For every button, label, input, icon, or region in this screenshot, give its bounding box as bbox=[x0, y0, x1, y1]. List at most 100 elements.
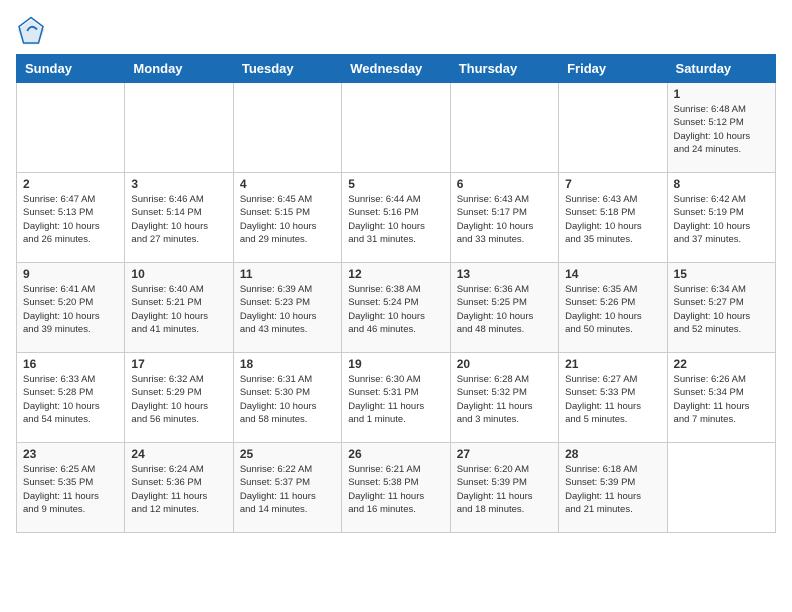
day-cell: 11 Sunrise: 6:39 AM Sunset: 5:23 PM Dayli… bbox=[233, 263, 341, 353]
day-info: Sunrise: 6:45 AM Sunset: 5:15 PM Dayligh… bbox=[240, 193, 335, 246]
day-cell bbox=[125, 83, 233, 173]
day-cell: 25 Sunrise: 6:22 AM Sunset: 5:37 PM Dayli… bbox=[233, 443, 341, 533]
day-cell: 3 Sunrise: 6:46 AM Sunset: 5:14 PM Daylig… bbox=[125, 173, 233, 263]
day-cell: 23 Sunrise: 6:25 AM Sunset: 5:35 PM Dayli… bbox=[17, 443, 125, 533]
day-info: Sunrise: 6:39 AM Sunset: 5:23 PM Dayligh… bbox=[240, 283, 335, 336]
header-cell-saturday: Saturday bbox=[667, 55, 775, 83]
day-info: Sunrise: 6:18 AM Sunset: 5:39 PM Dayligh… bbox=[565, 463, 660, 516]
week-row-4: 16 Sunrise: 6:33 AM Sunset: 5:28 PM Dayli… bbox=[17, 353, 776, 443]
day-number: 22 bbox=[674, 357, 769, 371]
day-cell: 17Sunrise: 6:32 AM Sunset: 5:29 PM Dayli… bbox=[125, 353, 233, 443]
day-number: 7 bbox=[565, 177, 660, 191]
day-info: Sunrise: 6:22 AM Sunset: 5:37 PM Dayligh… bbox=[240, 463, 335, 516]
logo bbox=[16, 16, 50, 46]
day-number: 21 bbox=[565, 357, 660, 371]
header-cell-thursday: Thursday bbox=[450, 55, 558, 83]
day-cell: 8 Sunrise: 6:42 AM Sunset: 5:19 PM Daylig… bbox=[667, 173, 775, 263]
day-number: 1 bbox=[674, 87, 769, 101]
day-cell: 15Sunrise: 6:34 AM Sunset: 5:27 PM Dayli… bbox=[667, 263, 775, 353]
day-cell: 16 Sunrise: 6:33 AM Sunset: 5:28 PM Dayli… bbox=[17, 353, 125, 443]
day-cell: 21 Sunrise: 6:27 AM Sunset: 5:33 PM Dayli… bbox=[559, 353, 667, 443]
day-number: 18 bbox=[240, 357, 335, 371]
header-row: SundayMondayTuesdayWednesdayThursdayFrid… bbox=[17, 55, 776, 83]
day-cell: 6 Sunrise: 6:43 AM Sunset: 5:17 PM Daylig… bbox=[450, 173, 558, 263]
week-row-3: 9 Sunrise: 6:41 AM Sunset: 5:20 PM Daylig… bbox=[17, 263, 776, 353]
day-info: Sunrise: 6:33 AM Sunset: 5:28 PM Dayligh… bbox=[23, 373, 118, 426]
week-row-2: 2 Sunrise: 6:47 AM Sunset: 5:13 PM Daylig… bbox=[17, 173, 776, 263]
day-number: 13 bbox=[457, 267, 552, 281]
day-cell: 19 Sunrise: 6:30 AM Sunset: 5:31 PM Dayli… bbox=[342, 353, 450, 443]
day-info: Sunrise: 6:30 AM Sunset: 5:31 PM Dayligh… bbox=[348, 373, 443, 426]
week-row-5: 23 Sunrise: 6:25 AM Sunset: 5:35 PM Dayli… bbox=[17, 443, 776, 533]
day-info: Sunrise: 6:42 AM Sunset: 5:19 PM Dayligh… bbox=[674, 193, 769, 246]
day-number: 12 bbox=[348, 267, 443, 281]
header bbox=[16, 16, 776, 46]
day-cell: 27 Sunrise: 6:20 AM Sunset: 5:39 PM Dayli… bbox=[450, 443, 558, 533]
day-cell: 14Sunrise: 6:35 AM Sunset: 5:26 PM Dayli… bbox=[559, 263, 667, 353]
day-number: 25 bbox=[240, 447, 335, 461]
day-number: 28 bbox=[565, 447, 660, 461]
day-info: Sunrise: 6:35 AM Sunset: 5:26 PM Dayligh… bbox=[565, 283, 660, 336]
day-number: 3 bbox=[131, 177, 226, 191]
day-info: Sunrise: 6:43 AM Sunset: 5:18 PM Dayligh… bbox=[565, 193, 660, 246]
day-cell bbox=[667, 443, 775, 533]
logo-icon bbox=[16, 16, 46, 46]
day-number: 6 bbox=[457, 177, 552, 191]
day-number: 20 bbox=[457, 357, 552, 371]
header-cell-sunday: Sunday bbox=[17, 55, 125, 83]
day-info: Sunrise: 6:20 AM Sunset: 5:39 PM Dayligh… bbox=[457, 463, 552, 516]
day-cell: 20 Sunrise: 6:28 AM Sunset: 5:32 PM Dayli… bbox=[450, 353, 558, 443]
day-info: Sunrise: 6:24 AM Sunset: 5:36 PM Dayligh… bbox=[131, 463, 226, 516]
day-cell: 7 Sunrise: 6:43 AM Sunset: 5:18 PM Daylig… bbox=[559, 173, 667, 263]
day-number: 5 bbox=[348, 177, 443, 191]
day-info: Sunrise: 6:43 AM Sunset: 5:17 PM Dayligh… bbox=[457, 193, 552, 246]
day-number: 9 bbox=[23, 267, 118, 281]
day-cell bbox=[342, 83, 450, 173]
day-cell: 1 Sunrise: 6:48 AM Sunset: 5:12 PM Daylig… bbox=[667, 83, 775, 173]
day-number: 2 bbox=[23, 177, 118, 191]
day-number: 10 bbox=[131, 267, 226, 281]
day-info: Sunrise: 6:31 AM Sunset: 5:30 PM Dayligh… bbox=[240, 373, 335, 426]
day-info: Sunrise: 6:28 AM Sunset: 5:32 PM Dayligh… bbox=[457, 373, 552, 426]
day-info: Sunrise: 6:36 AM Sunset: 5:25 PM Dayligh… bbox=[457, 283, 552, 336]
day-number: 17 bbox=[131, 357, 226, 371]
day-cell: 9 Sunrise: 6:41 AM Sunset: 5:20 PM Daylig… bbox=[17, 263, 125, 353]
day-cell: 26 Sunrise: 6:21 AM Sunset: 5:38 PM Dayli… bbox=[342, 443, 450, 533]
header-cell-wednesday: Wednesday bbox=[342, 55, 450, 83]
day-info: Sunrise: 6:46 AM Sunset: 5:14 PM Dayligh… bbox=[131, 193, 226, 246]
day-number: 27 bbox=[457, 447, 552, 461]
day-cell: 10 Sunrise: 6:40 AM Sunset: 5:21 PM Dayli… bbox=[125, 263, 233, 353]
day-info: Sunrise: 6:25 AM Sunset: 5:35 PM Dayligh… bbox=[23, 463, 118, 516]
day-cell: 4Sunrise: 6:45 AM Sunset: 5:15 PM Daylig… bbox=[233, 173, 341, 263]
day-number: 23 bbox=[23, 447, 118, 461]
day-info: Sunrise: 6:44 AM Sunset: 5:16 PM Dayligh… bbox=[348, 193, 443, 246]
day-info: Sunrise: 6:47 AM Sunset: 5:13 PM Dayligh… bbox=[23, 193, 118, 246]
day-cell bbox=[559, 83, 667, 173]
day-cell bbox=[450, 83, 558, 173]
day-cell: 5 Sunrise: 6:44 AM Sunset: 5:16 PM Daylig… bbox=[342, 173, 450, 263]
day-cell: 24 Sunrise: 6:24 AM Sunset: 5:36 PM Dayli… bbox=[125, 443, 233, 533]
day-number: 15 bbox=[674, 267, 769, 281]
day-info: Sunrise: 6:38 AM Sunset: 5:24 PM Dayligh… bbox=[348, 283, 443, 336]
day-number: 24 bbox=[131, 447, 226, 461]
day-number: 16 bbox=[23, 357, 118, 371]
day-number: 11 bbox=[240, 267, 335, 281]
day-cell bbox=[233, 83, 341, 173]
day-number: 8 bbox=[674, 177, 769, 191]
day-cell: 28 Sunrise: 6:18 AM Sunset: 5:39 PM Dayli… bbox=[559, 443, 667, 533]
day-number: 19 bbox=[348, 357, 443, 371]
header-cell-monday: Monday bbox=[125, 55, 233, 83]
day-info: Sunrise: 6:21 AM Sunset: 5:38 PM Dayligh… bbox=[348, 463, 443, 516]
day-info: Sunrise: 6:26 AM Sunset: 5:34 PM Dayligh… bbox=[674, 373, 769, 426]
day-cell: 18 Sunrise: 6:31 AM Sunset: 5:30 PM Dayli… bbox=[233, 353, 341, 443]
day-number: 26 bbox=[348, 447, 443, 461]
week-row-1: 1 Sunrise: 6:48 AM Sunset: 5:12 PM Daylig… bbox=[17, 83, 776, 173]
day-info: Sunrise: 6:41 AM Sunset: 5:20 PM Dayligh… bbox=[23, 283, 118, 336]
header-cell-friday: Friday bbox=[559, 55, 667, 83]
day-cell bbox=[17, 83, 125, 173]
day-cell: 22 Sunrise: 6:26 AM Sunset: 5:34 PM Dayli… bbox=[667, 353, 775, 443]
day-cell: 2 Sunrise: 6:47 AM Sunset: 5:13 PM Daylig… bbox=[17, 173, 125, 263]
day-info: Sunrise: 6:40 AM Sunset: 5:21 PM Dayligh… bbox=[131, 283, 226, 336]
day-info: Sunrise: 6:27 AM Sunset: 5:33 PM Dayligh… bbox=[565, 373, 660, 426]
day-info: Sunrise: 6:48 AM Sunset: 5:12 PM Dayligh… bbox=[674, 103, 769, 156]
